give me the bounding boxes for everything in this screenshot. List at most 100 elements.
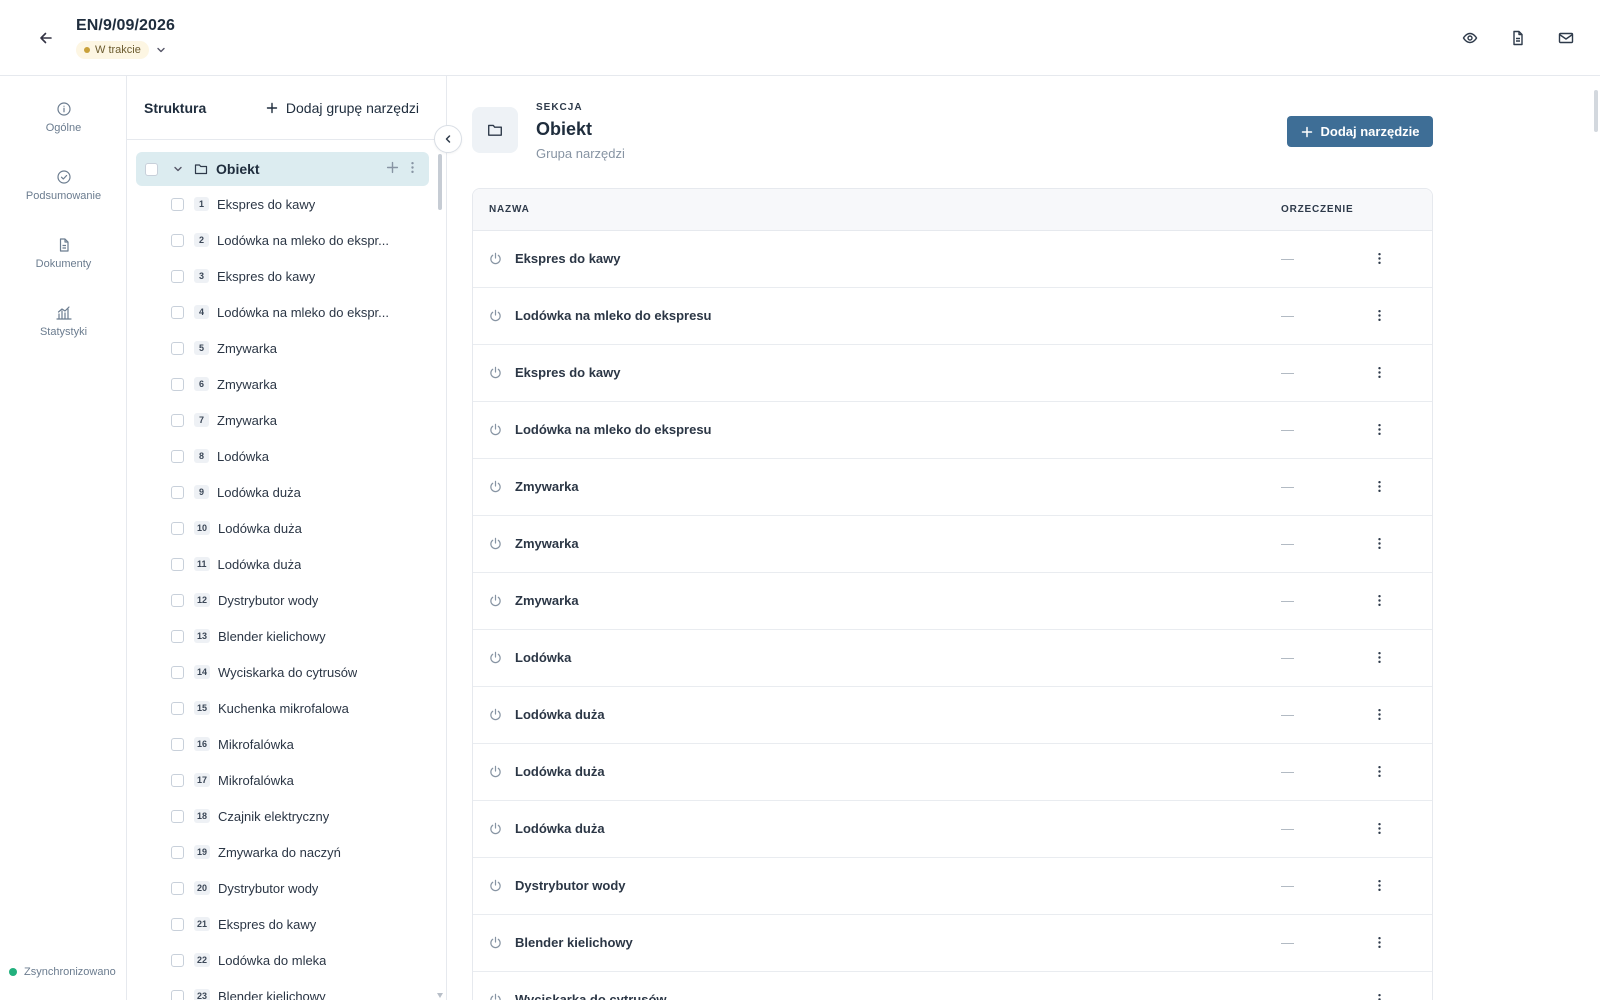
more-vertical-icon[interactable] [1373,822,1386,835]
tree-item[interactable]: 11 Lodówka duża [127,546,437,582]
checkbox[interactable] [171,557,184,571]
checkbox[interactable] [171,989,184,1000]
eye-icon[interactable] [1458,26,1482,50]
tree-item[interactable]: 4 Lodówka na mleko do ekspr... [127,294,437,330]
scroll-down-icon[interactable] [437,993,443,998]
status-badge[interactable]: W trakcie [76,41,149,59]
checkbox[interactable] [171,953,184,967]
checkbox[interactable] [171,521,184,535]
tree-item[interactable]: 22 Lodówka do mleka [127,942,437,978]
nav-item-general[interactable]: Ogólne [0,102,127,134]
more-vertical-icon[interactable] [1373,480,1386,493]
checkbox[interactable] [171,845,184,859]
more-vertical-icon[interactable] [1373,594,1386,607]
column-header-verdict[interactable]: ORZECZENIE [1281,204,1353,215]
table-row[interactable]: Lodówka — [473,630,1432,687]
checkbox[interactable] [171,809,184,823]
table-row[interactable]: Ekspres do kawy — [473,345,1432,402]
main-scrollbar[interactable] [1594,90,1598,132]
checkbox[interactable] [171,485,184,499]
checkbox[interactable] [171,341,184,355]
tree-item[interactable]: 5 Zmywarka [127,330,437,366]
checkbox[interactable] [171,881,184,895]
more-vertical-icon[interactable] [1373,537,1386,550]
more-vertical-icon[interactable] [1373,879,1386,892]
tree-item[interactable]: 23 Blender kielichowy [127,978,437,1000]
checkbox[interactable] [171,737,184,751]
tree-item[interactable]: 12 Dystrybutor wody [127,582,437,618]
table-row[interactable]: Ekspres do kawy — [473,231,1432,288]
table-row[interactable]: Lodówka duża — [473,687,1432,744]
status-selector[interactable]: W trakcie [76,41,167,59]
table-row[interactable]: Lodówka duża — [473,744,1432,801]
table-row[interactable]: Blender kielichowy — [473,915,1432,972]
document-icon[interactable] [1506,26,1530,50]
table-row[interactable]: Zmywarka — [473,516,1432,573]
tree-item[interactable]: 10 Lodówka duża [127,510,437,546]
nav-item-statistics[interactable]: Statystyki [0,306,127,338]
tree-item[interactable]: 1 Ekspres do kawy [127,186,437,222]
checkbox[interactable] [171,593,184,607]
table-row[interactable]: Lodówka na mleko do ekspresu — [473,402,1432,459]
more-vertical-icon[interactable] [406,161,419,174]
nav-item-summary[interactable]: Podsumowanie [0,170,127,202]
checkbox[interactable] [171,665,184,679]
checkbox[interactable] [171,269,184,283]
mail-icon[interactable] [1554,26,1578,50]
checkbox[interactable] [145,162,158,176]
tree-item[interactable]: 17 Mikrofalówka [127,762,437,798]
tree-item[interactable]: 6 Zmywarka [127,366,437,402]
checkbox[interactable] [171,917,184,931]
table-row[interactable]: Zmywarka — [473,573,1432,630]
more-vertical-icon[interactable] [1373,993,1386,1000]
tree-item[interactable]: 3 Ekspres do kawy [127,258,437,294]
nav-item-documents[interactable]: Dokumenty [0,238,127,270]
tree-item[interactable]: 18 Czajnik elektryczny [127,798,437,834]
checkbox[interactable] [171,305,184,319]
checkbox[interactable] [171,197,184,211]
tree-item-label: Lodówka duża [217,484,301,500]
tree-scrollbar[interactable] [438,154,442,210]
more-vertical-icon[interactable] [1373,366,1386,379]
plus-icon[interactable] [386,161,399,174]
checkbox[interactable] [171,413,184,427]
back-arrow-icon[interactable] [34,26,58,50]
chevron-down-icon[interactable] [155,44,167,56]
tree-item[interactable]: 2 Lodówka na mleko do ekspr... [127,222,437,258]
tree-item[interactable]: 15 Kuchenka mikrofalowa [127,690,437,726]
table-row[interactable]: Lodówka na mleko do ekspresu — [473,288,1432,345]
tree-item[interactable]: 13 Blender kielichowy [127,618,437,654]
table-row[interactable]: Lodówka duża — [473,801,1432,858]
tree-item[interactable]: 14 Wyciskarka do cytrusów [127,654,437,690]
table-row[interactable]: Zmywarka — [473,459,1432,516]
tree-item[interactable]: 19 Zmywarka do naczyń [127,834,437,870]
more-vertical-icon[interactable] [1373,309,1386,322]
more-vertical-icon[interactable] [1373,765,1386,778]
tree-item[interactable]: 21 Ekspres do kawy [127,906,437,942]
more-vertical-icon[interactable] [1373,651,1386,664]
checkbox[interactable] [171,701,184,715]
tree-item[interactable]: 20 Dystrybutor wody [127,870,437,906]
column-header-name[interactable]: NAZWA [489,204,530,215]
checkbox[interactable] [171,773,184,787]
tree-item[interactable]: 7 Zmywarka [127,402,437,438]
chevron-down-icon[interactable] [172,163,184,175]
tree-root-item[interactable]: Obiekt [136,152,429,186]
table-row[interactable]: Wyciskarka do cytrusów — [473,972,1432,1000]
checkbox[interactable] [171,233,184,247]
tree-item[interactable]: 16 Mikrofalówka [127,726,437,762]
more-vertical-icon[interactable] [1373,936,1386,949]
tree-item[interactable]: 9 Lodówka duża [127,474,437,510]
checkbox[interactable] [171,629,184,643]
more-vertical-icon[interactable] [1373,252,1386,265]
collapse-panel-button[interactable] [434,125,462,153]
add-tool-button[interactable]: Dodaj narzędzie [1287,116,1433,147]
more-vertical-icon[interactable] [1373,708,1386,721]
add-group-button[interactable]: Dodaj grupę narzędzi [266,100,419,116]
checkbox[interactable] [171,449,184,463]
checkbox[interactable] [171,377,184,391]
tree-item[interactable]: 8 Lodówka [127,438,437,474]
more-vertical-icon[interactable] [1373,423,1386,436]
table-row[interactable]: Dystrybutor wody — [473,858,1432,915]
tree-item-label: Zmywarka [217,376,277,392]
